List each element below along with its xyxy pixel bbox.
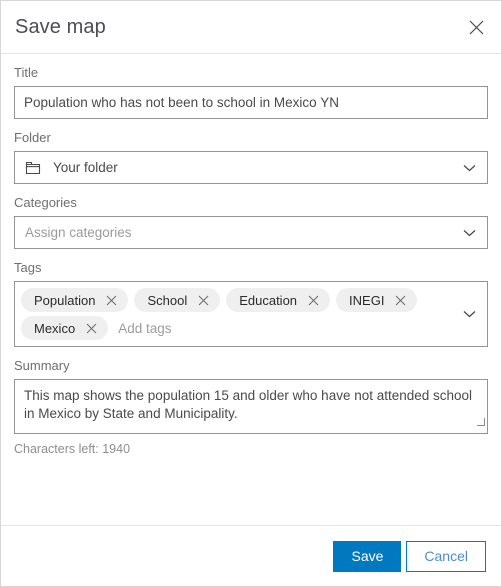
- folder-field-group: Folder Your folder: [14, 130, 488, 184]
- tags-field-group: Tags Population School Education INEGI M…: [14, 260, 488, 347]
- chevron-down-icon: [463, 159, 476, 177]
- summary-label: Summary: [14, 358, 70, 373]
- tag-label: INEGI: [349, 292, 385, 308]
- categories-placeholder: Assign categories: [25, 225, 132, 240]
- folder-value: Your folder: [53, 160, 118, 175]
- close-button[interactable]: [463, 14, 489, 40]
- chevron-down-icon: [463, 224, 476, 242]
- tag-chip: Mexico: [21, 316, 109, 340]
- tag-remove-button[interactable]: [391, 291, 409, 309]
- tags-label: Tags: [14, 260, 42, 275]
- tag-label: School: [147, 292, 188, 308]
- tag-remove-button[interactable]: [82, 319, 100, 337]
- add-tags-input[interactable]: [114, 316, 457, 340]
- tag-label: Population: [34, 292, 96, 308]
- tag-chip: INEGI: [336, 288, 418, 312]
- title-input[interactable]: [14, 86, 488, 119]
- tag-label: Education: [239, 292, 298, 308]
- page-title: Save map: [15, 15, 106, 38]
- dialog-footer: Save Cancel: [1, 525, 501, 586]
- categories-label: Categories: [14, 195, 77, 210]
- tag-chip: School: [134, 288, 221, 312]
- title-label: Title: [14, 65, 39, 80]
- summary-field-group: Summary Characters left: 1940: [14, 358, 488, 457]
- dialog-header: Save map: [1, 1, 501, 54]
- folder-select[interactable]: Your folder: [14, 151, 488, 184]
- cancel-button[interactable]: Cancel: [406, 540, 486, 572]
- tag-remove-button[interactable]: [304, 291, 322, 309]
- summary-textarea-wrapper: [14, 379, 488, 434]
- tags-input-container[interactable]: Population School Education INEGI Mexico…: [14, 281, 488, 347]
- folder-icon: [25, 161, 41, 175]
- tag-chip: Education: [226, 288, 331, 312]
- save-map-dialog: Save map Title Folder: [0, 0, 502, 587]
- title-field-group: Title: [14, 65, 488, 119]
- tag-label: Mexico: [34, 320, 76, 336]
- tag-remove-button[interactable]: [102, 291, 120, 309]
- dialog-body: Title Folder Your folder: [1, 54, 501, 525]
- categories-field-group: Categories Assign categories: [14, 195, 488, 249]
- tag-chip: Population: [21, 288, 129, 312]
- categories-select[interactable]: Assign categories: [14, 216, 488, 249]
- summary-textarea[interactable]: [14, 379, 488, 434]
- characters-left-text: Characters left: 1940: [14, 442, 131, 456]
- close-icon: [469, 20, 484, 35]
- save-button[interactable]: Save: [333, 540, 402, 572]
- folder-label: Folder: [14, 130, 51, 145]
- tag-remove-button[interactable]: [194, 291, 212, 309]
- chevron-down-icon[interactable]: [463, 305, 476, 323]
